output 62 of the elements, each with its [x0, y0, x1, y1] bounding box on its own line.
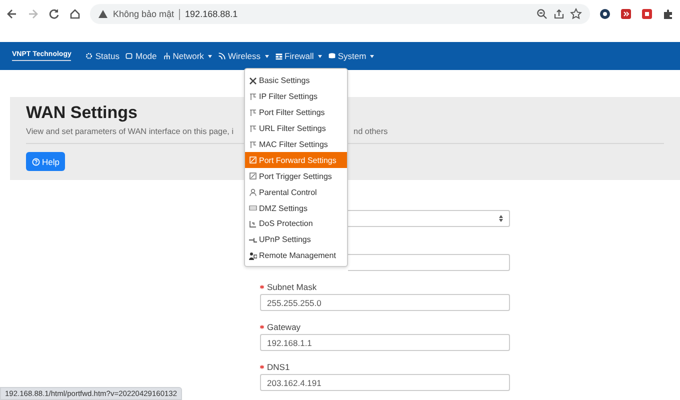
menu-item[interactable]: IP Filter Settings: [245, 88, 347, 105]
remote-user-icon: [249, 252, 257, 260]
share-icon[interactable]: [553, 8, 565, 20]
select-field[interactable]: [348, 210, 510, 227]
home-icon[interactable]: [69, 8, 81, 20]
nav-item[interactable]: Status: [85, 51, 120, 61]
reload-icon[interactable]: [48, 8, 60, 20]
security-label: Không bảo mật: [113, 9, 174, 19]
filter-icon: [249, 108, 257, 117]
menu-item[interactable]: URL Filter Settings: [245, 120, 347, 137]
forward-icon: [249, 172, 257, 180]
field-label: DNS1: [267, 362, 290, 372]
field-label: Gateway: [267, 322, 301, 332]
menu-item[interactable]: Remote Management: [245, 248, 347, 264]
back-icon[interactable]: [6, 8, 18, 20]
database-icon: [328, 52, 336, 60]
page-description: View and set parameters of WAN interface on this page, i: [26, 127, 234, 136]
user-icon: [249, 188, 257, 196]
menu-item[interactable]: DMZ Settings: [245, 200, 347, 216]
field-value: 203.162.4.191: [267, 378, 322, 388]
network-icon: [162, 52, 171, 60]
input-field[interactable]: 192.168.1.1: [260, 334, 510, 351]
dmz-icon: [249, 204, 257, 212]
input-field[interactable]: 255.255.255.0: [260, 294, 510, 311]
wifi-icon: [218, 52, 226, 60]
gear-icon: [85, 52, 94, 60]
page-title: WAN Settings: [26, 103, 138, 123]
zoom-icon[interactable]: [536, 8, 548, 20]
field-label: Subnet Mask: [267, 282, 317, 292]
input-field[interactable]: [348, 254, 510, 271]
help-button[interactable]: Help: [26, 152, 66, 171]
menu-item[interactable]: Parental Control: [245, 184, 347, 200]
nav-item[interactable]: System: [328, 51, 374, 61]
menu-item[interactable]: Port Filter Settings: [245, 104, 347, 121]
menu-item[interactable]: DoS Protection: [245, 216, 347, 232]
filter-icon: [249, 92, 257, 101]
tools-icon: [249, 76, 257, 85]
menu-item[interactable]: MAC Filter Settings: [245, 136, 347, 152]
puzzle-icon[interactable]: [662, 8, 674, 20]
filter-icon: [249, 124, 257, 133]
field-value: 192.168.1.1: [267, 338, 312, 348]
menu-item[interactable]: UPnP Settings: [245, 232, 347, 248]
forward-icon: [249, 156, 257, 164]
help-icon: [32, 158, 40, 166]
nav-item[interactable]: Firewall: [274, 51, 322, 61]
extension-icon[interactable]: [599, 8, 611, 20]
url-text: 192.168.88.1: [185, 9, 238, 19]
extension-icon[interactable]: [620, 8, 632, 20]
star-icon[interactable]: [570, 8, 582, 20]
nav-item[interactable]: Network: [162, 51, 212, 61]
field-value: 255.255.255.0: [267, 298, 322, 308]
extension-icon[interactable]: [641, 8, 653, 20]
filter-icon: [249, 140, 257, 148]
address-bar[interactable]: Không bảo mật 192.168.88.1: [90, 4, 590, 24]
input-field[interactable]: 203.162.4.191: [260, 374, 510, 391]
menu-item[interactable]: Port Trigger Settings: [245, 168, 347, 184]
nav-item[interactable]: Mode: [125, 51, 157, 61]
menu-item[interactable]: Basic Settings: [245, 73, 347, 89]
box-icon: [125, 52, 134, 60]
nav-item[interactable]: Wireless: [218, 51, 269, 61]
page-description: nd others: [354, 127, 388, 136]
sort-icon: [499, 215, 503, 222]
